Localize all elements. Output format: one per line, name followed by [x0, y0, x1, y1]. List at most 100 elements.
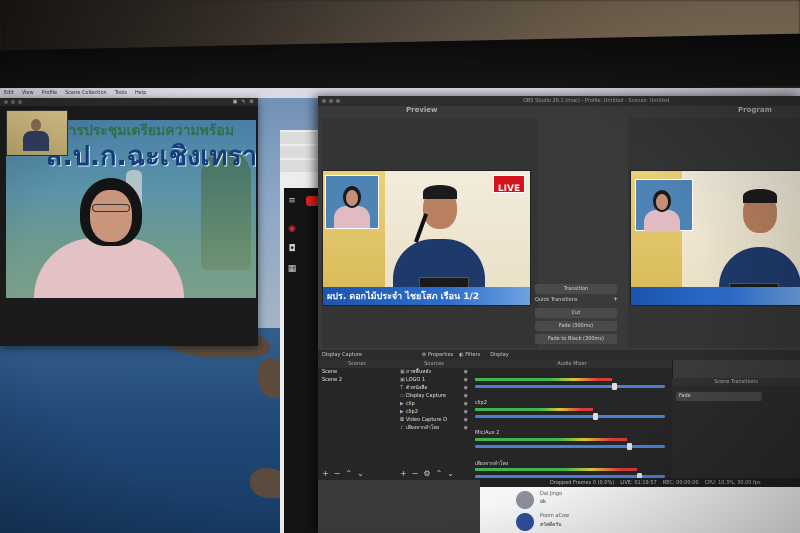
lower-third: ผปร. ดอกไม้ประจำ ไชยโสภ เรือน 1/2 [323, 287, 530, 305]
mixer-channel [472, 368, 672, 398]
add-quick-transition-button[interactable]: + [613, 296, 618, 303]
monitor-screen: Edit View Profile Scene Collection Tools… [0, 88, 800, 533]
mixer-channel-name: Mic/Aux 2 [475, 430, 500, 436]
source-settings-button[interactable]: ⚙ [423, 469, 430, 478]
quick-transition-cut[interactable]: Cut [535, 308, 617, 318]
source-item[interactable]: ♪ เสียงจากลำโพง ◉ [396, 424, 472, 432]
video-window-footer [6, 300, 256, 340]
lower-third-text: ผปร. ดอกไม้ประจำ ไชยโสภ เรือน 1/2 [327, 292, 480, 302]
move-down-button[interactable]: ⌄ [357, 469, 364, 478]
camera-icon[interactable]: ◘ [287, 244, 297, 254]
menu-profile[interactable]: Profile [42, 90, 58, 96]
live-badge: LIVE [493, 175, 525, 194]
volume-slider-handle[interactable] [612, 383, 617, 390]
browser-tab[interactable] [280, 132, 320, 144]
volume-meter [475, 468, 637, 471]
source-item[interactable]: ▭Display Capture ◉ [396, 392, 472, 400]
self-view-thumbnail[interactable] [6, 110, 68, 156]
pin-icon[interactable]: ✎ [241, 99, 245, 105]
pip-video [635, 179, 693, 232]
youtube-studio-sidebar [284, 188, 320, 533]
scene-item[interactable]: Scene 2 [318, 376, 396, 384]
gear-icon[interactable]: ⚙ [250, 99, 254, 105]
microphone [413, 213, 429, 243]
source-item[interactable]: ▶ clip2 ◉ [396, 408, 472, 416]
menu-scene-collection[interactable]: Scene Collection [65, 90, 107, 96]
source-item[interactable]: ◘ Video Capture D ◉ [396, 416, 472, 424]
browser-tab[interactable] [280, 146, 320, 158]
eye-icon[interactable]: ◉ [464, 384, 468, 392]
volume-slider-handle[interactable] [593, 413, 598, 420]
display-dropdown[interactable]: Display [490, 352, 508, 358]
remove-scene-button[interactable]: − [334, 469, 341, 478]
lower-third [631, 287, 800, 305]
window-minimize-button[interactable] [329, 99, 333, 103]
audio-mixer-dock: Audio Mixer clip2 Mic/Aux 2 เสียงจากลำโพง [472, 360, 673, 480]
preview-canvas[interactable]: LIVE ผปร. ดอกไม้ประจำ ไชยโสภ เรือน 1/2 [322, 170, 531, 306]
mixer-channel: clip2 [472, 398, 672, 428]
filters-tab[interactable]: ◐ Filters [459, 352, 480, 358]
source-item[interactable]: ▣ภาพพื้นหลัง ◉ [396, 368, 472, 376]
avatar [516, 491, 534, 509]
move-up-button[interactable]: ⌃ [436, 469, 443, 478]
live-timer: LIVE: 01:19:57 [620, 479, 657, 486]
live-chat: Dai Jingo ok Poom aCow สวัสดีครับ [480, 487, 800, 533]
scenes-title: Scenes [318, 360, 396, 368]
window-minimize-button[interactable] [11, 100, 15, 104]
program-label: Program [738, 106, 772, 114]
window-close-button[interactable] [4, 100, 8, 104]
avatar [516, 513, 534, 531]
add-source-button[interactable]: + [400, 469, 407, 478]
status-bar: Dropped Frames 0 (0.0%) LIVE: 01:19:57 R… [480, 478, 800, 487]
volume-slider-handle[interactable] [627, 443, 632, 450]
eye-icon[interactable]: ◉ [464, 392, 468, 400]
live-stream-icon[interactable]: ◉ [287, 224, 297, 234]
dropped-frames: Dropped Frames 0 (0.0%) [550, 479, 615, 486]
eye-icon[interactable]: ◉ [464, 400, 468, 408]
add-scene-button[interactable]: + [322, 469, 329, 478]
menu-help[interactable]: Help [135, 90, 146, 96]
menu-icon[interactable]: ≡ [287, 196, 297, 206]
chat-message: ok [540, 499, 546, 505]
eye-icon[interactable]: ◉ [464, 376, 468, 384]
cpu-usage: CPU: 10.3%, 30.00 fps [704, 479, 761, 486]
layout-icon[interactable]: ▣ [233, 99, 238, 105]
quick-transition-fade-black[interactable]: Fade to Black (300ms) [535, 334, 617, 344]
window-zoom-button[interactable] [336, 99, 340, 103]
chat-author: Dai Jingo [540, 491, 563, 497]
menu-view[interactable]: View [22, 90, 34, 96]
video-meeting-window: ▣ ✎ ⚙ การประชุมเตรียมความพร้อม ส.ป.ก.ฉะเ… [0, 98, 258, 346]
eye-icon[interactable]: ◉ [464, 416, 468, 424]
transition-button[interactable]: Transition [535, 284, 617, 294]
move-up-button[interactable]: ⌃ [345, 469, 352, 478]
speaker-face [90, 190, 132, 242]
volume-slider[interactable] [475, 445, 665, 448]
source-item[interactable]: ▣LOGO 1 ◉ [396, 376, 472, 384]
chat-message: สวัสดีครับ [540, 522, 562, 528]
window-zoom-button[interactable] [18, 100, 22, 104]
scene-item[interactable]: Scene [318, 368, 396, 376]
volume-slider[interactable] [475, 385, 665, 388]
volume-meter [475, 438, 627, 441]
calendar-icon[interactable]: ▦ [287, 264, 297, 274]
program-canvas [630, 170, 800, 306]
menu-tools[interactable]: Tools [115, 90, 127, 96]
transition-select[interactable]: Fade [676, 392, 762, 401]
source-toolbar: Display Capture ⚙ Properties ◐ Filters D… [318, 350, 800, 360]
window-close-button[interactable] [322, 99, 326, 103]
properties-tab[interactable]: ⚙ Properties [422, 352, 453, 358]
source-item[interactable]: T ตัวหนังสือ ◉ [396, 384, 472, 392]
eye-icon[interactable]: ◉ [464, 408, 468, 416]
quick-transitions-label: Quick Transitions [535, 297, 578, 303]
volume-slider[interactable] [475, 415, 665, 418]
browser-tab[interactable] [280, 160, 320, 172]
source-item[interactable]: ▶ clip ◉ [396, 400, 472, 408]
quick-transition-fade[interactable]: Fade (300ms) [535, 321, 617, 331]
eye-icon[interactable]: ◉ [464, 368, 468, 376]
speaker-body [34, 238, 184, 298]
eye-icon[interactable]: ◉ [464, 424, 468, 432]
host-hair [743, 189, 777, 203]
menu-edit[interactable]: Edit [4, 90, 14, 96]
move-down-button[interactable]: ⌄ [447, 469, 454, 478]
remove-source-button[interactable]: − [412, 469, 419, 478]
